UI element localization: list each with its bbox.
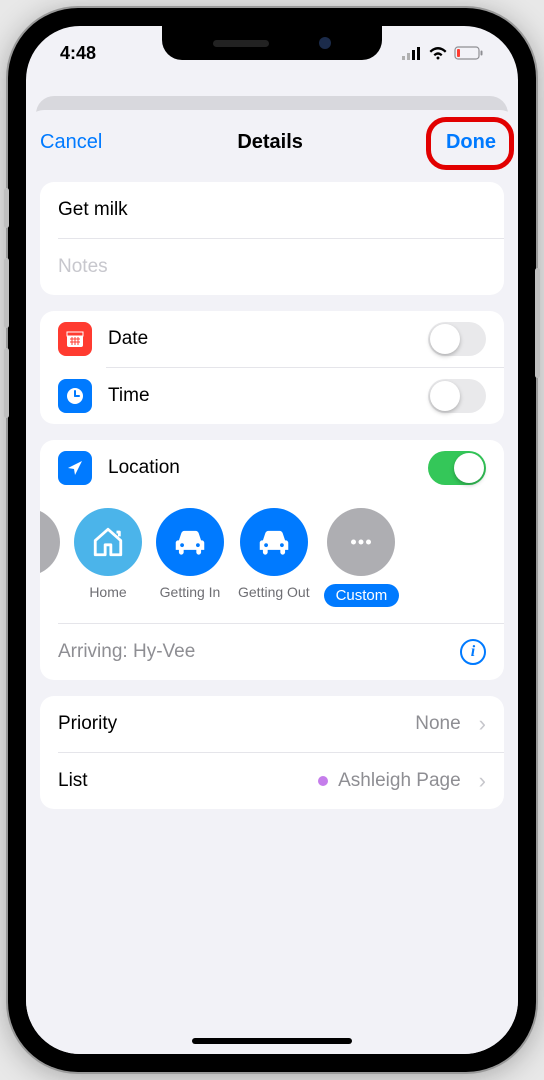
priority-list-card: Priority None › List Ashleigh Page › xyxy=(40,696,504,809)
details-sheet: Cancel Details Done Get milk Notes xyxy=(26,110,518,1054)
arriving-label: Arriving: xyxy=(58,641,128,663)
option-getting-in[interactable]: Getting In xyxy=(156,508,224,600)
volume-down xyxy=(4,348,9,418)
battery-icon xyxy=(454,46,484,60)
priority-label: Priority xyxy=(58,713,117,735)
car-icon xyxy=(240,508,308,576)
option-label: Custom xyxy=(324,584,400,607)
option-label: Getting In xyxy=(160,584,221,600)
date-time-card: Date Time xyxy=(40,311,504,424)
date-toggle[interactable] xyxy=(428,322,486,356)
location-toggle[interactable] xyxy=(428,451,486,485)
home-indicator[interactable] xyxy=(192,1038,352,1044)
notes-input[interactable]: Notes xyxy=(40,239,504,295)
reminder-title-value: Get milk xyxy=(58,199,128,221)
option-current[interactable]: ent xyxy=(40,508,60,600)
time-label: Time xyxy=(108,385,150,407)
front-camera xyxy=(319,37,331,49)
page-title: Details xyxy=(237,131,303,154)
option-label: Getting Out xyxy=(238,584,310,600)
mute-switch xyxy=(4,188,9,228)
power-button xyxy=(535,268,540,378)
time-toggle[interactable] xyxy=(428,379,486,413)
status-time: 4:48 xyxy=(60,43,96,64)
chevron-right-icon: › xyxy=(479,768,486,794)
calendar-icon xyxy=(58,322,92,356)
cellular-icon xyxy=(402,47,422,60)
time-row[interactable]: Time xyxy=(40,368,504,424)
date-label: Date xyxy=(108,328,148,350)
house-icon xyxy=(74,508,142,576)
location-arrow-icon xyxy=(58,451,92,485)
reminder-title-input[interactable]: Get milk xyxy=(40,182,504,238)
chevron-right-icon: › xyxy=(479,711,486,737)
option-custom[interactable]: Custom xyxy=(324,508,400,607)
car-icon xyxy=(156,508,224,576)
earpiece-speaker xyxy=(213,40,269,47)
option-getting-out[interactable]: Getting Out xyxy=(238,508,310,600)
done-button[interactable]: Done xyxy=(438,125,504,160)
option-home[interactable]: Home xyxy=(74,508,142,600)
list-label: List xyxy=(58,770,88,792)
title-notes-card: Get milk Notes xyxy=(40,182,504,295)
date-row[interactable]: Date xyxy=(40,311,504,367)
info-icon[interactable]: i xyxy=(460,639,486,665)
location-arrow-icon xyxy=(40,508,60,576)
location-options-scroller[interactable]: ent Home Getting In xyxy=(40,496,504,623)
priority-value: None xyxy=(415,713,460,735)
location-row[interactable]: Location xyxy=(40,440,504,496)
arriving-value: Hy-Vee xyxy=(133,641,195,663)
location-card: Location ent Home xyxy=(40,440,504,680)
option-label: Home xyxy=(89,584,126,600)
arriving-row[interactable]: Arriving: Hy-Vee i xyxy=(40,624,504,680)
volume-up xyxy=(4,258,9,328)
list-row[interactable]: List Ashleigh Page › xyxy=(40,753,504,809)
wifi-icon xyxy=(428,46,448,60)
list-value: Ashleigh Page xyxy=(338,770,461,792)
list-color-dot xyxy=(318,776,328,786)
priority-row[interactable]: Priority None › xyxy=(40,696,504,752)
ellipsis-icon xyxy=(327,508,395,576)
notes-placeholder: Notes xyxy=(58,256,108,278)
nav-bar: Cancel Details Done xyxy=(40,110,504,174)
phone-frame: 4:48 Cancel Details Done xyxy=(8,8,536,1072)
screen: 4:48 Cancel Details Done xyxy=(26,26,518,1054)
notch xyxy=(162,26,382,60)
location-label: Location xyxy=(108,457,180,479)
cancel-button[interactable]: Cancel xyxy=(40,131,102,154)
highlight-annotation xyxy=(426,117,514,170)
clock-icon xyxy=(58,379,92,413)
